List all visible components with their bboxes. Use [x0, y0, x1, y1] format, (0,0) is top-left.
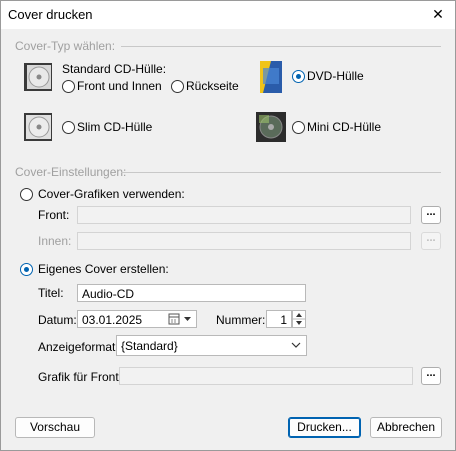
group-divider: [121, 172, 441, 173]
front-inside-radio[interactable]: [62, 80, 75, 93]
date-value: 03.01.2025: [82, 313, 143, 327]
print-button[interactable]: Drucken...: [288, 417, 361, 438]
front-inside-label[interactable]: Front und Innen: [77, 79, 162, 93]
window-title: Cover drucken: [8, 7, 93, 22]
dvd-case-icon: [260, 61, 282, 93]
inside-label: Innen:: [38, 234, 72, 248]
title-label: Titel:: [38, 286, 64, 300]
print-cover-dialog: Cover drucken ✕ Cover-Typ wählen: Standa…: [0, 0, 456, 451]
title-input[interactable]: Audio-CD: [77, 284, 306, 302]
front-label: Front:: [38, 208, 70, 222]
number-label: Nummer:: [216, 313, 266, 327]
inside-graphic-input[interactable]: [77, 232, 411, 250]
slim-cd-case-icon: [24, 113, 52, 141]
preview-button[interactable]: Vorschau: [15, 417, 95, 438]
inside-browse-button[interactable]: ...: [421, 232, 441, 250]
back-label[interactable]: Rückseite: [186, 79, 239, 93]
date-label: Datum:: [38, 313, 77, 327]
back-radio[interactable]: [171, 80, 184, 93]
graphic-front-input[interactable]: [119, 367, 413, 385]
dvd-label[interactable]: DVD-Hülle: [307, 69, 364, 83]
cancel-button[interactable]: Abbrechen: [370, 417, 442, 438]
own-cover-label[interactable]: Eigenes Cover erstellen:: [38, 262, 169, 276]
mini-label[interactable]: Mini CD-Hülle: [307, 120, 381, 134]
calendar-dropdown-icon[interactable]: [168, 313, 194, 325]
mini-radio[interactable]: [292, 121, 305, 134]
cover-type-group-label: Cover-Typ wählen:: [15, 39, 116, 53]
front-browse-button[interactable]: ...: [421, 206, 441, 224]
format-select[interactable]: {Standard}: [116, 335, 307, 356]
title-bar: Cover drucken ✕: [1, 1, 455, 29]
own-cover-radio[interactable]: [20, 263, 33, 276]
slim-label[interactable]: Slim CD-Hülle: [77, 120, 152, 134]
format-label: Anzeigeformat:: [38, 340, 119, 354]
mini-cd-case-icon: [256, 112, 286, 142]
dvd-radio[interactable]: [292, 70, 305, 83]
close-icon[interactable]: ✕: [421, 1, 455, 29]
number-spinner-icon[interactable]: [292, 310, 306, 328]
use-graphics-radio[interactable]: [20, 188, 33, 201]
front-graphic-input[interactable]: [77, 206, 411, 224]
slim-radio[interactable]: [62, 121, 75, 134]
use-graphics-label[interactable]: Cover-Grafiken verwenden:: [38, 187, 185, 201]
settings-group-label: Cover-Einstellungen:: [15, 165, 127, 179]
graphic-front-browse-button[interactable]: ...: [421, 367, 441, 385]
graphic-front-label: Grafik für Front:: [38, 370, 123, 384]
number-input[interactable]: 1: [266, 310, 292, 328]
standard-cd-case-icon: [24, 63, 52, 91]
format-value: {Standard}: [121, 339, 178, 353]
standard-cd-label: Standard CD-Hülle:: [62, 62, 167, 76]
chevron-down-icon[interactable]: [291, 342, 301, 349]
group-divider: [121, 46, 441, 47]
